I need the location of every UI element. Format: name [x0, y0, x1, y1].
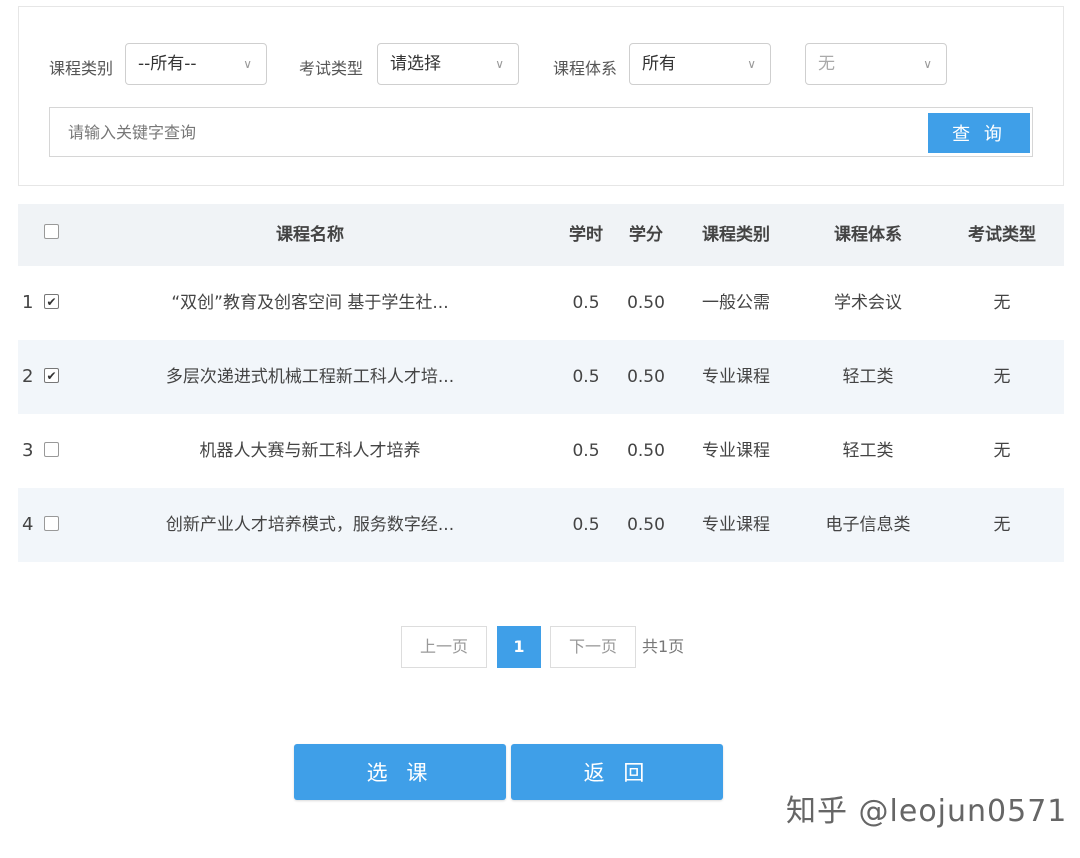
- course-hours: 0.5: [572, 367, 600, 387]
- header-category: 课程类别: [702, 225, 770, 245]
- header-credits: 学分: [629, 225, 663, 245]
- header-system: 课程体系: [834, 225, 902, 245]
- course-credits: 0.50: [627, 293, 665, 313]
- course-system: 学术会议: [834, 293, 902, 313]
- course-system-label: 课程体系: [553, 59, 618, 78]
- table-row[interactable]: 2 ✔ 多层次递进式机械工程新工科人才培... 0.5 0.50 专业课程 轻工…: [18, 340, 1064, 414]
- course-category: 一般公需: [702, 293, 770, 313]
- row-number: 4: [22, 514, 34, 535]
- course-exam-type: 无: [993, 441, 1011, 461]
- table-row[interactable]: 4 创新产业人才培养模式，服务数字经... 0.5 0.50 专业课程 电子信息…: [18, 488, 1064, 562]
- course-category-select[interactable]: --所有-- ∨: [125, 43, 267, 85]
- course-hours: 0.5: [572, 441, 600, 461]
- pagination: 上一页 1 下一页 共1页: [0, 626, 1080, 668]
- exam-type-value: 请选择: [390, 54, 441, 74]
- course-table: 课程名称 学时 学分 课程类别 课程体系 考试类型 1 ✔ “双创”教育及创客空…: [18, 204, 1064, 562]
- row-number: 2: [22, 366, 34, 387]
- search-button[interactable]: 查 询: [928, 113, 1030, 153]
- prev-page-button[interactable]: 上一页: [401, 626, 487, 668]
- course-system: 电子信息类: [825, 515, 911, 535]
- table-row[interactable]: 1 ✔ “双创”教育及创客空间 基于学生社... 0.5 0.50 一般公需 学…: [18, 266, 1064, 340]
- chevron-down-icon: ∨: [243, 57, 252, 71]
- course-name: 机器人大赛与新工科人才培养: [199, 441, 421, 461]
- course-exam-type: 无: [993, 293, 1011, 313]
- search-box: 查 询: [49, 107, 1033, 157]
- course-credits: 0.50: [627, 441, 665, 461]
- page-total: 共1页: [642, 637, 685, 656]
- back-button[interactable]: 返 回: [511, 744, 723, 800]
- header-hours: 学时: [569, 225, 603, 245]
- watermark: 知乎 @leojun0571: [786, 794, 1068, 829]
- sub-system-value: 无: [818, 54, 835, 74]
- course-system: 轻工类: [842, 367, 894, 387]
- course-category: 专业课程: [702, 367, 770, 387]
- select-course-button[interactable]: 选 课: [294, 744, 506, 800]
- course-exam-type: 无: [993, 367, 1011, 387]
- header-exam-type: 考试类型: [968, 225, 1036, 245]
- course-hours: 0.5: [572, 293, 600, 313]
- exam-type-select[interactable]: 请选择 ∨: [377, 43, 519, 85]
- course-system: 轻工类: [842, 441, 894, 461]
- course-system-value: 所有: [642, 54, 676, 74]
- course-exam-type: 无: [993, 515, 1011, 535]
- select-all-checkbox[interactable]: [44, 224, 59, 239]
- course-category: 专业课程: [702, 441, 770, 461]
- chevron-down-icon: ∨: [923, 57, 932, 71]
- chevron-down-icon: ∨: [747, 57, 756, 71]
- header-course-name: 课程名称: [276, 225, 344, 245]
- exam-type-label: 考试类型: [299, 59, 364, 78]
- row-number: 1: [22, 292, 34, 313]
- course-hours: 0.5: [572, 515, 600, 535]
- row-checkbox[interactable]: [44, 516, 59, 531]
- table-header: 课程名称 学时 学分 课程类别 课程体系 考试类型: [18, 204, 1064, 266]
- page-1-button[interactable]: 1: [497, 626, 541, 668]
- course-name: 创新产业人才培养模式，服务数字经...: [165, 515, 455, 535]
- course-credits: 0.50: [627, 515, 665, 535]
- course-name: “双创”教育及创客空间 基于学生社...: [171, 293, 449, 313]
- sub-system-select[interactable]: 无 ∨: [805, 43, 947, 85]
- course-category-label: 课程类别: [49, 59, 114, 78]
- row-checkbox[interactable]: ✔: [44, 294, 59, 309]
- course-category: 专业课程: [702, 515, 770, 535]
- row-checkbox[interactable]: [44, 442, 59, 457]
- course-name: 多层次递进式机械工程新工科人才培...: [165, 367, 455, 387]
- course-system-select[interactable]: 所有 ∨: [629, 43, 771, 85]
- table-row[interactable]: 3 机器人大赛与新工科人才培养 0.5 0.50 专业课程 轻工类 无: [18, 414, 1064, 488]
- row-number: 3: [22, 440, 34, 461]
- course-category-value: --所有--: [138, 54, 197, 74]
- next-page-button[interactable]: 下一页: [550, 626, 636, 668]
- chevron-down-icon: ∨: [495, 57, 504, 71]
- course-credits: 0.50: [627, 367, 665, 387]
- row-checkbox[interactable]: ✔: [44, 368, 59, 383]
- filter-panel: 课程类别 --所有-- ∨ 考试类型 请选择 ∨ 课程体系 所有 ∨ 无 ∨ 查…: [18, 6, 1064, 186]
- search-input[interactable]: [50, 108, 920, 156]
